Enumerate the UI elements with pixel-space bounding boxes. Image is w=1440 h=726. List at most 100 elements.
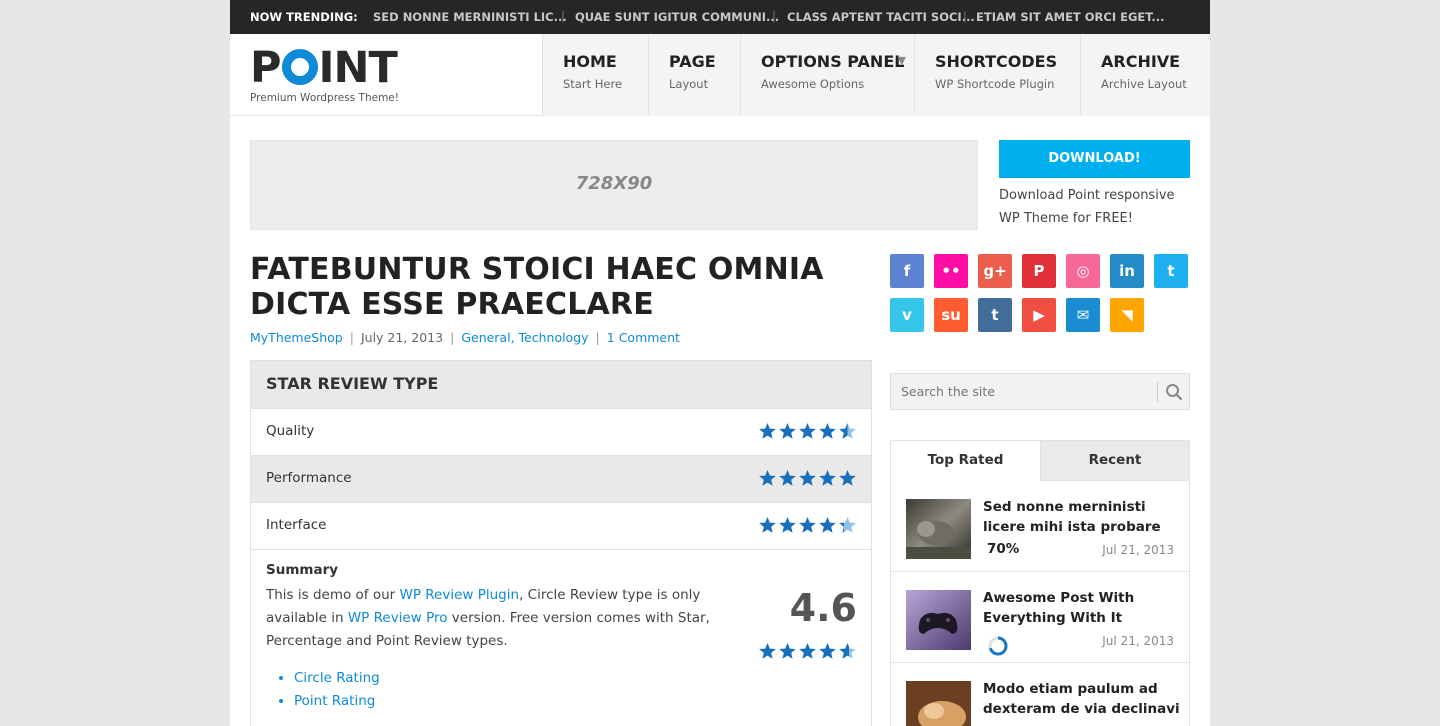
flickr-icon[interactable]: ••	[934, 254, 968, 288]
review-summary: Summary This is demo of our WP Review Pl…	[251, 549, 871, 725]
post-date: Jul 21, 2013	[1102, 634, 1174, 648]
review-type-list: Circle Rating Point Rating	[294, 667, 856, 713]
article-title[interactable]: FATEBUNTUR STOICI HAEC OMNIA DICTA ESSE …	[250, 252, 890, 322]
post-title[interactable]: Modo etiam paulum ad dexteram de via dec…	[983, 679, 1183, 719]
search-box	[890, 373, 1190, 410]
twitter-icon[interactable]: t	[1154, 254, 1188, 288]
tumblr-icon[interactable]: t	[978, 298, 1012, 332]
star-icon	[759, 423, 776, 439]
star-icon	[819, 423, 836, 439]
review-row: Quality	[251, 408, 871, 455]
wp-review-plugin-link[interactable]: WP Review Plugin	[400, 587, 520, 603]
review-row-label: Performance	[266, 470, 352, 486]
summary-text-part: This is demo of our	[266, 587, 400, 603]
star-icon	[779, 517, 796, 533]
youtube-icon[interactable]: ▶	[1022, 298, 1056, 332]
star-icon	[779, 423, 796, 439]
article-meta: MyThemeShop | July 21, 2013 | General, Techn…	[250, 330, 680, 345]
post-thumbnail[interactable]	[906, 681, 971, 726]
star-icon	[779, 470, 796, 486]
logo-ring-icon	[281, 49, 318, 85]
trending-separator: |	[561, 9, 565, 23]
site-logo[interactable]: P INT	[250, 43, 398, 93]
total-score: 4.6	[789, 586, 857, 630]
menu-item-subtitle: Awesome Options	[761, 77, 865, 91]
menu-item-options-panel[interactable]: OPTIONS PANEL Awesome Options ▼	[741, 34, 915, 115]
logo-letters: INT	[318, 43, 398, 93]
star-icon	[759, 470, 776, 486]
comments-link[interactable]: 1 Comment	[607, 330, 680, 345]
menu-item-page[interactable]: PAGE Layout	[649, 34, 741, 115]
list-item[interactable]: Modo etiam paulum ad dexteram de via dec…	[891, 663, 1189, 726]
post-thumbnail[interactable]	[906, 590, 971, 650]
star-icon	[819, 517, 836, 533]
dropdown-arrow-icon: ▼	[897, 54, 906, 67]
review-heading: STAR REVIEW TYPE	[251, 361, 871, 408]
star-icon	[839, 423, 856, 439]
list-item[interactable]: Awesome Post With Everything With It Jul…	[891, 572, 1189, 663]
post-score: 70%	[987, 541, 1020, 557]
trending-item[interactable]: QUAE SUNT IGITUR COMMUNI...	[575, 10, 779, 24]
review-box: STAR REVIEW TYPE Quality Performance Int…	[250, 360, 872, 726]
widget-tabs: Top Rated Recent	[891, 441, 1189, 481]
star-rating	[758, 422, 857, 440]
post-title[interactable]: Awesome Post With Everything With It	[983, 588, 1183, 628]
review-row-label: Interface	[266, 517, 327, 533]
google-plus-icon[interactable]: g+	[978, 254, 1012, 288]
meta-separator: |	[349, 330, 354, 345]
review-row-label: Quality	[266, 423, 315, 439]
list-item-link[interactable]: Circle Rating	[294, 670, 380, 686]
menu-item-archive[interactable]: ARCHIVE Archive Layout	[1081, 34, 1210, 115]
menu-item-shortcodes[interactable]: SHORTCODES WP Shortcode Plugin	[915, 34, 1081, 115]
menu-item-subtitle: WP Shortcode Plugin	[935, 77, 1055, 91]
list-item[interactable]: Point Rating	[294, 690, 856, 713]
dribbble-icon[interactable]: ◎	[1066, 254, 1100, 288]
logo-letter: P	[250, 43, 282, 93]
star-icon	[759, 517, 776, 533]
ad-banner[interactable]: 728X90	[250, 140, 978, 230]
menu-item-title: PAGE	[669, 52, 716, 71]
author-link[interactable]: MyThemeShop	[250, 330, 343, 345]
list-item[interactable]: Sed nonne merninisti licere mihi ista pr…	[891, 481, 1189, 572]
category-links[interactable]: General, Technology	[461, 330, 588, 345]
rss-icon[interactable]: ◥	[1110, 298, 1144, 332]
post-thumbnail[interactable]	[906, 499, 971, 559]
star-icon	[799, 643, 816, 659]
tab-top-rated[interactable]: Top Rated	[891, 441, 1040, 481]
menu-item-title: SHORTCODES	[935, 52, 1058, 71]
menu-item-title: HOME	[563, 52, 617, 71]
trending-item[interactable]: ETIAM SIT AMET ORCI EGET...	[976, 10, 1165, 24]
star-rating	[758, 516, 857, 534]
email-icon[interactable]: ✉	[1066, 298, 1100, 332]
summary-text: This is demo of our WP Review Plugin, Ci…	[266, 584, 746, 653]
trending-item[interactable]: SED NONNE MERNINISTI LIC...	[373, 10, 567, 24]
star-icon	[759, 643, 776, 659]
review-row: Performance	[251, 455, 871, 502]
download-button[interactable]: DOWNLOAD!	[999, 140, 1190, 178]
facebook-icon[interactable]: f	[890, 254, 924, 288]
meta-separator: |	[450, 330, 455, 345]
vimeo-icon[interactable]: v	[890, 298, 924, 332]
main-menu: HOME Start Here PAGE Layout OPTIONS PANE…	[542, 34, 1210, 116]
trending-item[interactable]: CLASS APTENT TACITI SOCI...	[787, 10, 975, 24]
star-icon	[839, 643, 856, 659]
pinterest-icon[interactable]: P	[1022, 254, 1056, 288]
wp-review-pro-link[interactable]: WP Review Pro	[348, 610, 448, 626]
circle-rating-icon	[987, 635, 1009, 661]
menu-item-subtitle: Start Here	[563, 77, 623, 91]
list-item-link[interactable]: Point Rating	[294, 693, 375, 709]
star-icon	[779, 643, 796, 659]
tabs-widget: Top Rated Recent Sed nonne merninisti li…	[890, 440, 1190, 726]
list-item[interactable]: Circle Rating	[294, 667, 856, 690]
search-input[interactable]	[891, 374, 1156, 409]
menu-item-home[interactable]: HOME Start Here	[543, 34, 649, 115]
total-star-rating	[758, 642, 857, 660]
stumbleupon-icon[interactable]: su	[934, 298, 968, 332]
menu-item-subtitle: Archive Layout	[1101, 77, 1187, 91]
download-description: Download Point responsive WP Theme for F…	[999, 188, 1175, 226]
tab-recent[interactable]: Recent	[1040, 441, 1189, 481]
linkedin-icon[interactable]: in	[1110, 254, 1144, 288]
post-date: Jul 21, 2013	[1102, 543, 1174, 557]
post-title[interactable]: Sed nonne merninisti licere mihi ista pr…	[983, 497, 1183, 537]
search-icon[interactable]	[1165, 383, 1183, 405]
